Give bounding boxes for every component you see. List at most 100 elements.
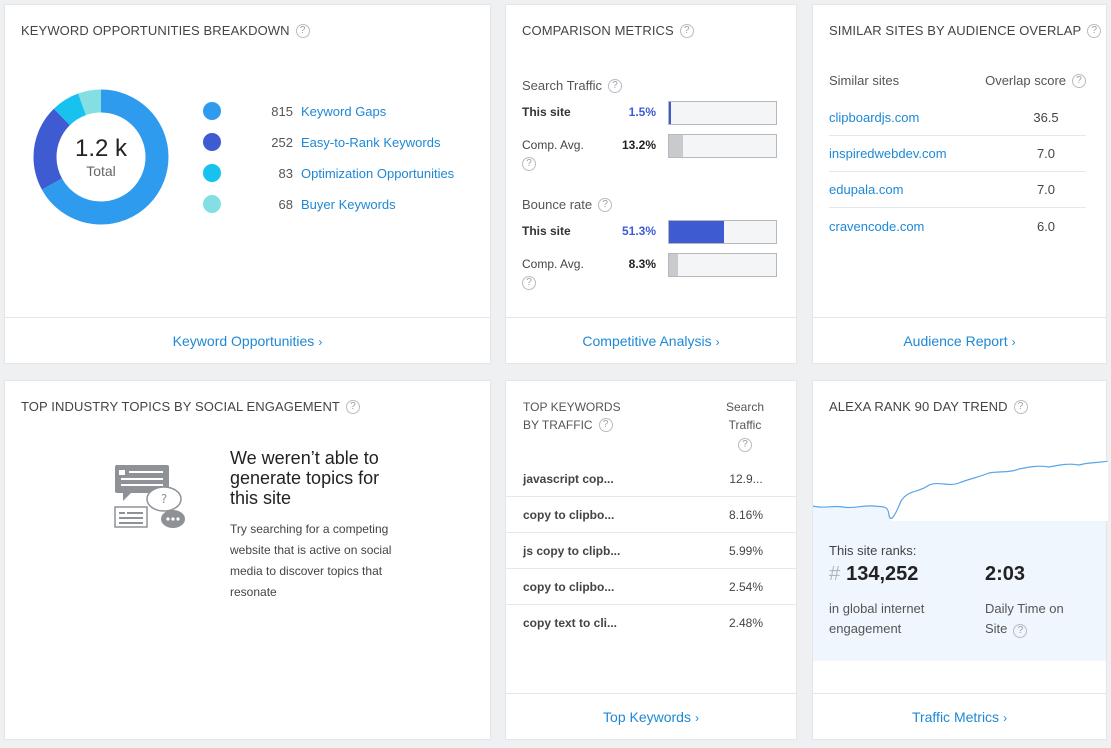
- card-title-text: SIMILAR SITES BY AUDIENCE OVERLAP: [829, 23, 1082, 38]
- table-row[interactable]: js copy to clipb... 5.99%: [506, 533, 796, 569]
- daily-time-caption: Daily Time on Site: [985, 599, 1085, 639]
- help-icon[interactable]: [738, 438, 752, 452]
- traffic-value: 12.9...: [729, 471, 763, 486]
- chevron-right-icon: ›: [1003, 710, 1008, 725]
- legend-item-keyword-gaps[interactable]: 815 Keyword Gaps: [203, 102, 386, 120]
- similar-sites-card: SIMILAR SITES BY AUDIENCE OVERLAP Simila…: [812, 4, 1107, 364]
- traffic-value: 5.99%: [728, 543, 764, 558]
- legend-item-easy-to-rank[interactable]: 252 Easy-to-Rank Keywords: [203, 133, 440, 151]
- legend-dot-icon: [203, 102, 221, 120]
- legend-link[interactable]: Buyer Keywords: [301, 197, 396, 212]
- competitive-analysis-link[interactable]: Competitive Analysis ›: [582, 333, 719, 349]
- legend-dot-icon: [203, 164, 221, 182]
- legend-link[interactable]: Keyword Gaps: [301, 104, 386, 119]
- global-rank: # 134,252: [829, 563, 918, 586]
- legend-item-buyer-keywords[interactable]: 68 Buyer Keywords: [203, 195, 396, 213]
- table-row[interactable]: copy to clipbo... 2.54%: [506, 569, 796, 605]
- help-icon[interactable]: [522, 276, 536, 290]
- rank-caption: in global internet engagement: [829, 601, 925, 636]
- hash-icon: #: [829, 563, 841, 585]
- help-icon[interactable]: [1072, 73, 1086, 88]
- search-traffic-this-site-bar: [668, 101, 777, 125]
- card-title: ALEXA RANK 90 DAY TREND: [829, 399, 1028, 414]
- overlap-score: 6.0: [1036, 218, 1056, 234]
- traffic-value: 2.48%: [728, 616, 764, 630]
- list-item: clipboardjs.com 36.5: [829, 100, 1086, 136]
- card-title: TOP KEYWORDS BY TRAFFIC: [523, 398, 621, 434]
- keyword-opportunities-link[interactable]: Keyword Opportunities ›: [173, 333, 323, 349]
- overlap-score: 7.0: [1036, 182, 1056, 197]
- legend-dot-icon: [203, 195, 221, 213]
- legend-link[interactable]: Optimization Opportunities: [301, 166, 454, 181]
- list-item: edupala.com 7.0: [829, 172, 1086, 208]
- card-footer: Audience Report ›: [813, 317, 1106, 363]
- bar-fill: [669, 135, 684, 157]
- list-item: inspiredwebdev.com 7.0: [829, 136, 1086, 172]
- traffic-value: 8.16%: [728, 507, 764, 522]
- card-title: KEYWORD OPPORTUNITIES BREAKDOWN: [21, 23, 310, 38]
- card-footer: Competitive Analysis ›: [506, 317, 796, 363]
- legend-count: 815: [271, 103, 293, 119]
- social-chat-illustration-icon: ?: [114, 465, 185, 528]
- help-icon[interactable]: [1087, 23, 1102, 38]
- similar-sites-header: Similar sites Overlap score: [829, 73, 1086, 88]
- chevron-right-icon: ›: [694, 710, 699, 725]
- traffic-metrics-link[interactable]: Traffic Metrics ›: [912, 709, 1007, 725]
- card-title-text: ALEXA RANK 90 DAY TREND: [829, 399, 1008, 414]
- help-icon[interactable]: [345, 399, 360, 414]
- this-site-label: This site: [522, 224, 571, 238]
- keyword-text: javascript cop...: [523, 471, 614, 486]
- top-keywords-card: TOP KEYWORDS BY TRAFFIC Search Traffic j…: [505, 380, 797, 740]
- legend-count: 83: [278, 165, 293, 181]
- this-site-label: This site: [522, 105, 571, 119]
- keyword-text: copy to clipbo...: [523, 507, 615, 522]
- overlap-score: 7.0: [1036, 146, 1056, 161]
- help-icon[interactable]: [295, 23, 310, 38]
- bar-fill: [669, 221, 724, 243]
- no-topics-heading: We weren’t able to generate topics for t…: [230, 448, 380, 508]
- legend-item-optimization[interactable]: 83 Optimization Opportunities: [203, 164, 454, 182]
- bounce-rate-this-site-bar: [668, 220, 777, 244]
- site-link[interactable]: clipboardjs.com: [829, 110, 1006, 125]
- site-link[interactable]: inspiredwebdev.com: [829, 146, 1006, 161]
- search-traffic-label: Search Traffic: [522, 78, 622, 93]
- chevron-right-icon: ›: [1011, 334, 1016, 349]
- list-item: cravencode.com 6.0: [829, 208, 1086, 244]
- industry-topics-card: TOP INDUSTRY TOPICS BY SOCIAL ENGAGEMENT…: [4, 380, 491, 740]
- card-footer: Keyword Opportunities ›: [5, 317, 490, 363]
- chevron-right-icon: ›: [715, 334, 720, 349]
- traffic-value: 2.54%: [728, 579, 764, 594]
- comp-avg-label: Comp. Avg.: [522, 138, 584, 171]
- table-row[interactable]: javascript cop... 12.9...: [506, 461, 796, 497]
- card-title-text: TOP INDUSTRY TOPICS BY SOCIAL ENGAGEMENT: [21, 399, 340, 414]
- help-icon[interactable]: [607, 78, 622, 93]
- card-footer: Top Keywords ›: [506, 693, 796, 739]
- this-site-value: 51.3%: [621, 224, 656, 238]
- legend-count: 252: [271, 134, 293, 150]
- table-row[interactable]: copy to clipbo... 8.16%: [506, 497, 796, 533]
- audience-report-link[interactable]: Audience Report ›: [903, 333, 1015, 349]
- table-row[interactable]: copy text to cli... 2.48%: [506, 605, 796, 641]
- help-icon[interactable]: [598, 197, 613, 212]
- keyword-text: copy text to cli...: [523, 616, 618, 630]
- help-icon[interactable]: [1013, 399, 1028, 414]
- comp-avg-label: Comp. Avg.: [522, 257, 584, 290]
- bounce-rate-label: Bounce rate: [522, 197, 613, 212]
- top-keywords-link[interactable]: Top Keywords ›: [603, 709, 699, 725]
- site-link[interactable]: edupala.com: [829, 182, 1006, 197]
- trend-area: This site ranks: # 134,252 in global int…: [813, 461, 1108, 661]
- this-site-value: 1.5%: [628, 105, 656, 119]
- daily-time-value: 2:03: [985, 563, 1026, 585]
- svg-text:?: ?: [161, 492, 167, 506]
- legend-link[interactable]: Easy-to-Rank Keywords: [301, 135, 440, 150]
- donut-total: 1.2 k Total: [31, 135, 171, 179]
- help-icon[interactable]: [1013, 624, 1028, 638]
- site-link[interactable]: cravencode.com: [829, 219, 1006, 234]
- card-title: TOP INDUSTRY TOPICS BY SOCIAL ENGAGEMENT: [21, 399, 360, 414]
- help-icon[interactable]: [522, 157, 536, 171]
- donut-total-label: Total: [86, 163, 116, 179]
- bounce-rate-comp-bar: [668, 253, 777, 277]
- legend-count: 68: [278, 196, 293, 212]
- help-icon[interactable]: [679, 23, 694, 38]
- help-icon[interactable]: [598, 418, 613, 432]
